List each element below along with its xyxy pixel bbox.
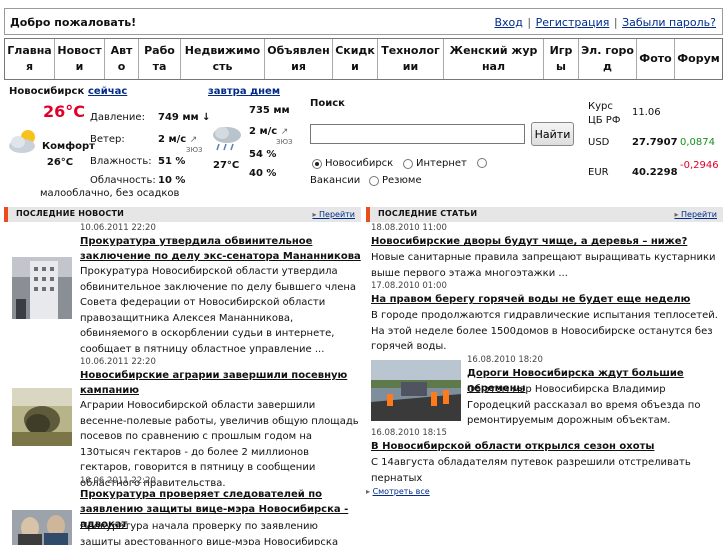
search-input[interactable] — [310, 124, 525, 144]
humidity-tomorrow: 54 % — [249, 149, 277, 160]
news-date: 10.06.2011 22:20 — [80, 476, 156, 486]
article-headline[interactable]: На правом берегу горячей воды не будет е… — [371, 292, 723, 307]
article-body: Новые санитарные правила запрещают выращ… — [371, 252, 716, 279]
register-link[interactable]: Регистрация — [536, 16, 610, 29]
comfort-label: Комфорт — [42, 141, 95, 152]
nav-item-forum[interactable]: Форум — [675, 39, 722, 79]
weather-description: малооблачно, без осадков — [40, 188, 180, 199]
nav-item-news[interactable]: Новости — [55, 39, 105, 79]
radio-unlabeled[interactable] — [477, 158, 490, 168]
news-section-title: ПОСЛЕДНИЕ НОВОСТИ — [16, 209, 125, 218]
weather-now-link[interactable]: сейчас — [88, 86, 127, 97]
welcome-text: Добро пожаловать! — [10, 16, 137, 29]
radio-internet[interactable]: Интернет — [403, 158, 467, 169]
pressure-label: Давление: — [90, 112, 145, 123]
nav-item-women[interactable]: Женский журнал — [444, 39, 544, 79]
nav-item-jobs[interactable]: Работа — [139, 39, 181, 79]
currency-widget: Курс ЦБ РФ 11.06 USD 27.7907 0,0874 EUR … — [586, 98, 726, 198]
radio-dot — [312, 158, 322, 169]
weather-widget: Новосибирск сейчас завтра днем 26°C Комф… — [0, 84, 300, 204]
article-date: 17.08.2010 01:00 — [371, 281, 447, 291]
login-link[interactable]: Вход — [494, 16, 522, 29]
wind-tomorrow-dir: ЗЮЗ — [276, 138, 293, 146]
articles-more-link[interactable]: Перейти — [674, 210, 717, 219]
humidity-label: Влажность: — [90, 156, 152, 167]
sun-cloud-icon — [9, 130, 35, 153]
humidity-now: 51 % — [158, 156, 186, 167]
article-body: Об этом мэр Новосибирска Владимир Городе… — [467, 384, 701, 426]
nav-item-tech[interactable]: Технологии — [378, 39, 444, 79]
nav-item-discounts[interactable]: Скидки — [333, 39, 378, 79]
usd-code: USD — [588, 137, 610, 148]
article-body: С 14августа обладателям путевок разрешил… — [371, 457, 691, 484]
search-title: Поиск — [310, 98, 345, 109]
eur-code: EUR — [588, 167, 609, 178]
nav-item-realty[interactable]: Недвижимость — [181, 39, 265, 79]
articles-section-header: ПОСЛЕДНИЕ СТАТЬИ Перейти — [366, 207, 723, 222]
nav-item-photo[interactable]: Фото — [637, 39, 675, 79]
article-thumbnail[interactable] — [371, 360, 461, 421]
wind-label: Ветер: — [90, 134, 125, 145]
news-headline[interactable]: Прокуратура утвердила обвинительное закл… — [80, 234, 362, 264]
weather-tomorrow-link[interactable]: завтра днем — [208, 86, 280, 97]
nav-item-home[interactable]: Главная — [5, 39, 55, 79]
search-button[interactable]: Найти — [531, 122, 574, 146]
forgot-password-link[interactable]: Забыли пароль? — [622, 16, 716, 29]
nav-item-games[interactable]: Игры — [544, 39, 579, 79]
eur-change: -0,2946 — [680, 160, 719, 171]
nav-item-egov[interactable]: Эл. город — [579, 39, 637, 79]
currency-title: Курс ЦБ РФ — [588, 101, 621, 126]
article-date: 16.08.2010 18:20 — [467, 355, 543, 365]
news-thumbnail[interactable] — [12, 510, 72, 545]
news-thumbnail[interactable] — [12, 257, 72, 319]
weather-tomorrow-temp: 27°C — [213, 160, 240, 171]
news-thumbnail[interactable] — [12, 388, 72, 446]
weather-temp-now: 26°C — [43, 102, 86, 121]
news-more-link[interactable]: Перейти — [312, 210, 355, 219]
news-body: Прокуратура начала проверку по заявлению… — [80, 521, 339, 545]
radio-resume[interactable]: Резюме — [369, 175, 422, 186]
separator: | — [610, 16, 622, 29]
radio-novosibirsk[interactable]: Новосибирск — [312, 158, 393, 169]
news-date: 10.06.2011 22:20 — [80, 357, 156, 367]
news-body: Прокуратура Новосибирской области утверд… — [80, 266, 357, 355]
main-nav: Главная Новости Авто Работа Недвижимость… — [4, 38, 723, 80]
article-date: 16.08.2010 18:15 — [371, 428, 447, 438]
radio-dot — [477, 158, 487, 168]
article-headline[interactable]: В Новосибирской области открылся сезон о… — [371, 439, 723, 454]
article-headline[interactable]: Новосибирские дворы будут чище, а деревь… — [371, 234, 723, 249]
cloudiness-tomorrow: 40 % — [249, 168, 277, 179]
cloudiness-label: Облачность: — [90, 175, 156, 186]
currency-date: 11.06 — [632, 107, 661, 118]
radio-dot — [403, 158, 413, 169]
article-date: 18.08.2010 11:00 — [371, 223, 447, 233]
radio-vacancies[interactable]: Вакансии — [310, 175, 360, 186]
cloudiness-now: 10 % — [158, 175, 186, 186]
cloud-rain-icon — [213, 127, 241, 151]
auth-links: Вход | Регистрация | Забыли пароль? — [494, 16, 716, 29]
news-date: 10.06.2011 22:20 — [80, 223, 156, 233]
weather-comfort: Комфорт 26°C — [42, 139, 95, 171]
usd-rate: 27.7907 — [632, 137, 678, 148]
radio-dot — [369, 175, 379, 186]
pressure-tomorrow: 735 мм — [249, 105, 290, 116]
news-headline[interactable]: Новосибирские аграрии завершили посевную… — [80, 368, 362, 398]
usd-change: 0,0874 — [680, 137, 715, 148]
eur-rate: 40.2298 — [632, 167, 678, 178]
pressure-now: 749 мм ↓ — [158, 112, 211, 123]
see-all-link[interactable]: ▸ Смотреть все — [366, 487, 430, 496]
comfort-value: 26°C — [46, 157, 74, 168]
articles-section-title: ПОСЛЕДНИЕ СТАТЬИ — [378, 209, 478, 218]
weather-city: Новосибирск — [9, 86, 85, 97]
news-section-header: ПОСЛЕДНИЕ НОВОСТИ Перейти — [4, 207, 361, 222]
separator: | — [523, 16, 535, 29]
article-body: В городе продолжаются гидравлические исп… — [371, 310, 718, 352]
nav-item-auto[interactable]: Авто — [105, 39, 139, 79]
wind-now-dir: ЗЮЗ — [186, 146, 203, 154]
search-box: Поиск Найти Новосибирск Интернет Ваканси… — [308, 96, 578, 196]
nav-item-ads[interactable]: Объявления — [265, 39, 333, 79]
top-bar: Добро пожаловать! Вход | Регистрация | З… — [4, 8, 723, 35]
